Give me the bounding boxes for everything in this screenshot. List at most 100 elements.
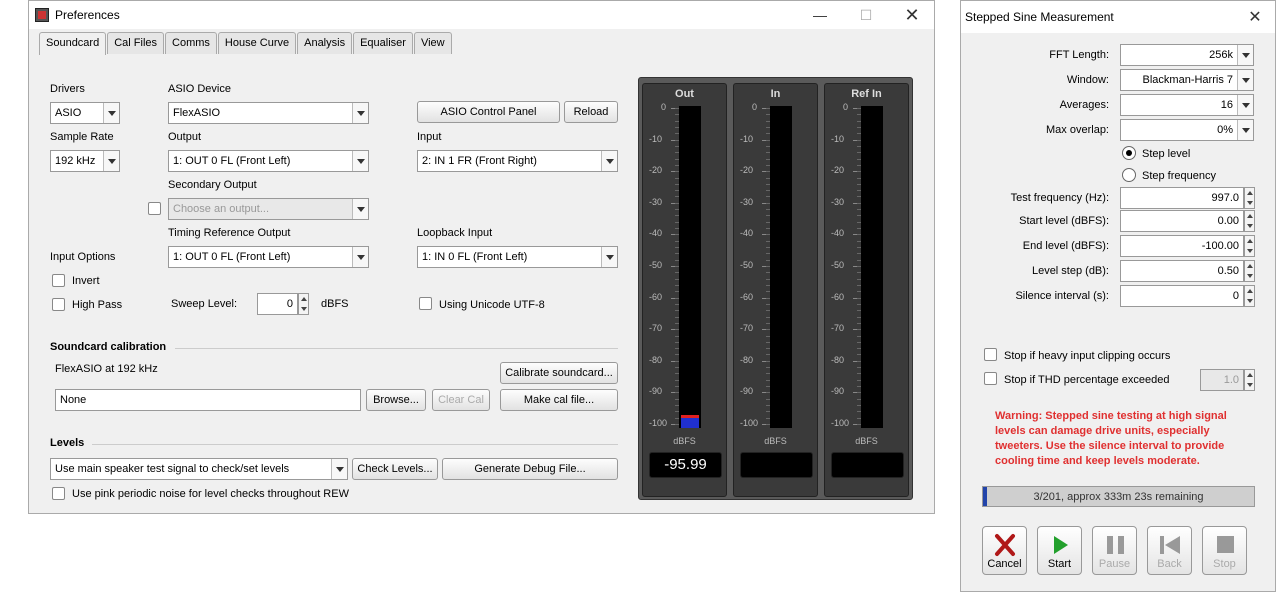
meter-unit: dBFS [764,436,787,446]
meter-minor-tick [675,152,679,154]
meter-unit: dBFS [855,436,878,446]
tab-house-curve[interactable]: House Curve [217,32,297,54]
tab-cal-files[interactable]: Cal Files [107,32,165,54]
stop-icon [1203,533,1246,555]
tab-equaliser[interactable]: Equaliser [353,32,413,54]
meter-tick-label: 0 [752,102,758,112]
meter-minor-tick [766,341,770,343]
test-frequency-input[interactable]: 997.0 [1120,187,1244,209]
meter-minor-tick [857,133,861,135]
silence-interval-spinner[interactable] [1244,285,1255,307]
input-select[interactable]: 2: IN 1 FR (Front Right) [417,150,618,172]
preferences-titlebar[interactable]: Preferences — ☐ ✕ [29,1,934,29]
averages-select[interactable]: 16 [1120,94,1254,116]
maximize-icon[interactable]: ☐ [843,1,889,29]
max-overlap-select[interactable]: 0% [1120,119,1254,141]
browse-button[interactable]: Browse... [366,389,426,411]
meter-minor-tick [675,272,679,274]
stop-clipping-checkbox[interactable] [984,348,997,361]
sweep-level-input[interactable]: 0 [257,293,298,315]
levels-select[interactable]: Use main speaker test signal to check/se… [50,458,348,480]
window-select[interactable]: Blackman-Harris 7 [1120,69,1254,91]
make-cal-file-button[interactable]: Make cal file... [500,389,618,411]
input-value: 2: IN 1 FR (Front Right) [422,155,537,167]
stop-button[interactable]: Stop [1202,526,1247,575]
meter-tick-label: -100 [740,418,759,428]
close-icon[interactable]: ✕ [1235,1,1275,33]
in-meter: In dBFS 0 -10 -20 -30 -40 -50 -60 -70 -80 -90 -100 [733,83,818,497]
meter-minor-tick [857,411,861,413]
generate-debug-file-button[interactable]: Generate Debug File... [442,458,618,480]
back-button[interactable]: Back [1147,526,1192,575]
sweep-level-spinner[interactable] [298,293,309,315]
end-level-spinner[interactable] [1244,235,1255,257]
drivers-select[interactable]: ASIO [50,102,120,124]
meter-minor-tick [675,322,679,324]
meter-minor-tick [766,291,770,293]
meter-tick-label: -40 [831,228,845,239]
fft-length-select[interactable]: 256k [1120,44,1254,66]
tab-soundcard[interactable]: Soundcard [39,32,107,55]
reload-button[interactable]: Reload [564,101,618,123]
thd-input[interactable]: 1.0 [1200,369,1244,391]
meter-minor-tick [766,379,770,381]
meter-minor-tick [675,386,679,388]
meter-minor-tick [766,202,770,204]
stop-thd-checkbox[interactable] [984,372,997,385]
silence-interval-input[interactable]: 0 [1120,285,1244,307]
meter-tick-label: -60 [831,291,845,302]
high-pass-checkbox[interactable] [52,298,65,311]
sample-rate-select[interactable]: 192 kHz [50,150,120,172]
cancel-x-icon [983,533,1026,556]
skip-back-icon [1148,533,1191,555]
drivers-value: ASIO [55,107,82,119]
output-select[interactable]: 1: OUT 0 FL (Front Left) [168,150,369,172]
invert-checkbox[interactable] [52,274,65,287]
secondary-output-select[interactable]: Choose an output... [168,198,369,220]
pink-noise-checkbox[interactable] [52,487,65,500]
meter-minor-tick [675,278,679,280]
meter-minor-tick [766,335,770,337]
meter-tick-label: -80 [740,354,754,365]
minimize-icon[interactable]: — [797,1,843,29]
input-label: Input [417,131,442,143]
timing-ref-select[interactable]: 1: OUT 0 FL (Front Left) [168,246,369,268]
start-level-spinner[interactable] [1244,210,1255,232]
stepped-sine-titlebar[interactable]: Stepped Sine Measurement ✕ [961,1,1275,33]
check-levels-button[interactable]: Check Levels... [352,458,438,480]
meter-tick-label: -10 [649,133,663,144]
warning-text: Warning: Stepped sine testing at high si… [995,410,1227,467]
pause-button[interactable]: Pause [1092,526,1137,575]
asio-device-select[interactable]: FlexASIO [168,102,369,124]
step-frequency-radio[interactable] [1122,168,1136,182]
meter-minor-tick [675,367,679,369]
meter-minor-tick [766,278,770,280]
cancel-button[interactable]: Cancel [982,526,1027,575]
step-level-radio[interactable] [1122,146,1136,160]
meter-minor-tick [766,367,770,369]
meter-minor-tick [857,386,861,388]
calibration-divider [175,348,618,349]
tab-analysis[interactable]: Analysis [297,32,353,54]
level-step-spinner[interactable] [1244,260,1255,282]
clear-cal-button[interactable]: Clear Cal [432,389,490,411]
level-step-input[interactable]: 0.50 [1120,260,1244,282]
close-icon[interactable]: ✕ [889,1,935,29]
loopback-select[interactable]: 1: IN 0 FL (Front Left) [417,246,618,268]
start-button[interactable]: Start [1037,526,1082,575]
tab-view[interactable]: View [413,32,452,54]
tab-comms[interactable]: Comms [165,32,217,54]
step-frequency-label: Step frequency [1142,170,1216,182]
test-frequency-spinner[interactable] [1244,187,1255,209]
chevron-down-icon [1237,45,1253,65]
end-level-input[interactable]: -100.00 [1120,235,1244,257]
asio-control-panel-button[interactable]: ASIO Control Panel [417,101,560,123]
start-level-input[interactable]: 0.00 [1120,210,1244,232]
meter-tick-label: -60 [649,291,663,302]
secondary-output-checkbox[interactable] [148,202,161,215]
unicode-checkbox[interactable] [419,297,432,310]
calibrate-soundcard-button[interactable]: Calibrate soundcard... [500,362,618,384]
thd-spinner[interactable] [1244,369,1255,391]
cal-file-input[interactable]: None [55,389,361,411]
levels-select-value: Use main speaker test signal to check/se… [55,463,290,475]
